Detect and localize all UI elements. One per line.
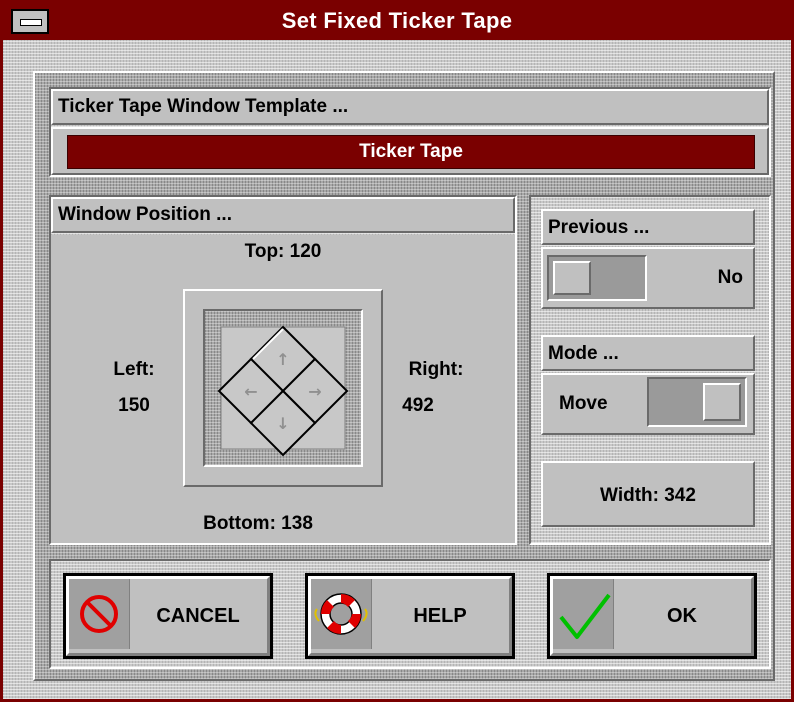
right-label: Right: [408,359,464,380]
ok-button[interactable]: OK [547,573,757,659]
bottom-value: Bottom: 138 [203,513,313,534]
mode-value: Move [559,393,608,414]
right-value: 492 [402,395,434,416]
life-ring-icon [314,593,368,635]
window-title: Set Fixed Ticker Tape [281,8,513,33]
checkmark-icon [559,593,611,639]
template-header: Ticker Tape Window Template ... [51,89,769,125]
previous-toggle[interactable] [547,255,647,301]
help-label: HELP [413,604,467,627]
previous-header: Previous ... [541,209,755,245]
help-button[interactable]: HELP [305,573,515,659]
previous-value: No [717,267,743,288]
up-arrow-icon: ↑ [276,350,289,369]
right-arrow-icon: → [308,382,321,401]
previous-toggle-knob[interactable] [553,261,591,295]
mode-toggle[interactable] [647,377,747,427]
down-arrow-icon: ↓ [276,414,289,433]
dialog-window: Set Fixed Ticker Tape Ticker Tape Window… [0,0,794,702]
ok-label: OK [667,604,697,627]
left-value: 150 [118,395,150,416]
cancel-icon-cell [69,579,130,649]
top-value: Top: 120 [244,241,322,262]
position-header: Window Position ... [51,197,515,233]
template-value[interactable]: Ticker Tape [67,135,755,169]
mode-toggle-knob[interactable] [703,383,741,421]
title-bar[interactable]: Set Fixed Ticker Tape [3,3,791,43]
ok-icon-cell [553,579,614,649]
direction-pad: ↑ ← → ↓ [217,325,349,457]
width-value: Width: 342 [600,485,696,506]
left-arrow-icon: ← [244,382,257,401]
mode-header: Mode ... [541,335,755,371]
left-label: Left: [113,359,155,380]
cancel-button[interactable]: CANCEL [63,573,273,659]
help-icon-cell [311,579,372,649]
cancel-label: CANCEL [156,604,240,627]
no-entry-icon [80,595,118,633]
